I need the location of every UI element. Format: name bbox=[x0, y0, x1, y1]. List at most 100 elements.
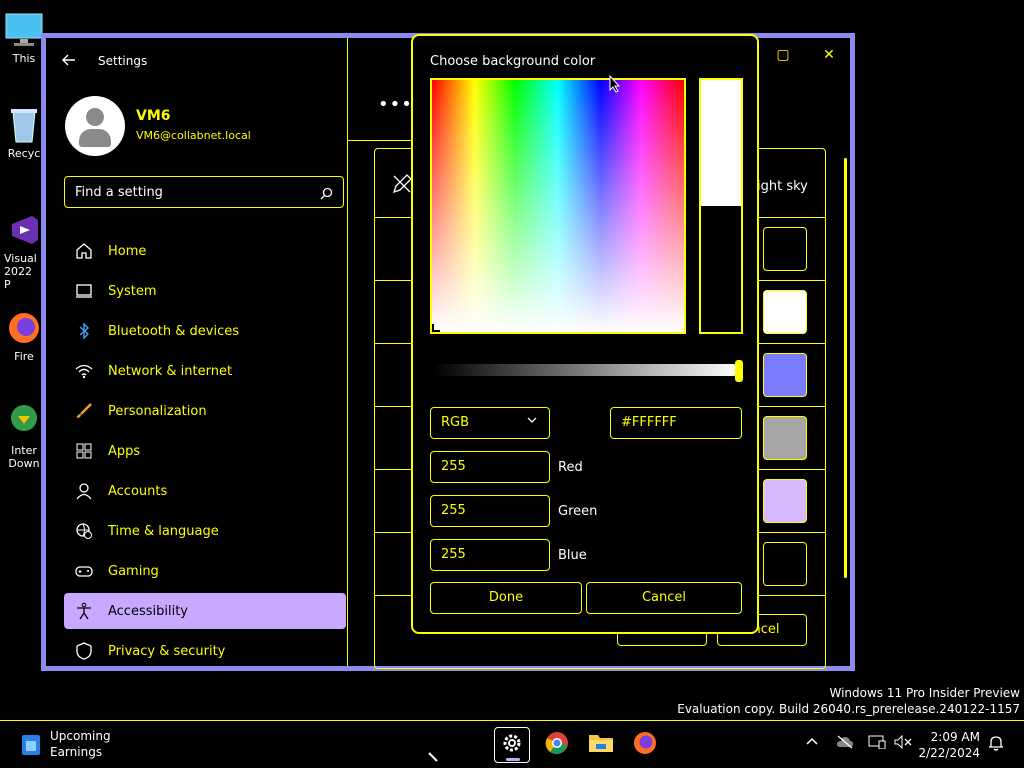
firefox-icon bbox=[633, 731, 657, 759]
shield-icon bbox=[74, 641, 94, 661]
slider-thumb[interactable] bbox=[735, 360, 743, 382]
desktop-icon-download-manager[interactable]: Inter Down bbox=[4, 402, 44, 470]
gamepad-icon bbox=[74, 561, 94, 581]
desktop-icon-label: Fire bbox=[14, 350, 34, 363]
sidebar-item-time-language[interactable]: Time & language bbox=[64, 513, 346, 549]
desktop-icon-label: This bbox=[12, 52, 36, 65]
chrome-icon bbox=[545, 731, 569, 759]
hex-input[interactable]: #FFFFFF bbox=[610, 407, 742, 439]
volume-muted-icon[interactable] bbox=[894, 734, 912, 752]
settings-gear-icon bbox=[501, 732, 523, 758]
maximize-button[interactable]: ▢ bbox=[768, 45, 798, 65]
desktop-icon-this-pc[interactable]: This bbox=[4, 10, 44, 65]
color-picker-dialog: Choose background color RGB #FFFFFF 255 … bbox=[411, 34, 759, 634]
taskbar-app-settings[interactable] bbox=[494, 727, 530, 763]
sidebar-item-label: Personalization bbox=[108, 403, 207, 419]
chevron-up-icon[interactable] bbox=[806, 735, 818, 749]
close-button[interactable]: ✕ bbox=[814, 45, 844, 65]
sidebar-item-system[interactable]: System bbox=[64, 273, 346, 309]
mouse-cursor-icon bbox=[609, 74, 621, 97]
back-arrow-icon[interactable] bbox=[61, 52, 76, 71]
network-icon[interactable] bbox=[868, 735, 886, 752]
sidebar-item-apps[interactable]: Apps bbox=[64, 433, 346, 469]
green-input[interactable]: 255 bbox=[430, 495, 550, 527]
widgets-icon[interactable] bbox=[20, 733, 42, 761]
more-options-button[interactable]: ••• bbox=[378, 94, 413, 115]
widget-subtitle[interactable]: Earnings bbox=[50, 745, 102, 759]
desktop-icon-firefox[interactable]: Fire bbox=[4, 308, 44, 363]
widget-title[interactable]: Upcoming bbox=[50, 729, 111, 743]
cancel-button[interactable]: Cancel bbox=[586, 582, 742, 614]
sidebar-item-privacy[interactable]: Privacy & security bbox=[64, 633, 346, 669]
done-button[interactable]: Done bbox=[430, 582, 582, 614]
taskbar: Upcoming Earnings 2:09 AM 2/22/2024 bbox=[0, 720, 1024, 768]
search-icon bbox=[320, 185, 333, 204]
desktop-icon-visual-studio[interactable]: Visual 2022 P bbox=[4, 210, 42, 291]
download-manager-icon bbox=[4, 402, 44, 442]
spectrum-selector[interactable] bbox=[432, 324, 440, 332]
green-label: Green bbox=[558, 504, 598, 519]
clock-time: 2:09 AM bbox=[930, 730, 980, 744]
taskbar-app-file-explorer[interactable] bbox=[583, 727, 619, 763]
sidebar-item-bluetooth[interactable]: Bluetooth & devices bbox=[64, 313, 346, 349]
brightness-slider[interactable] bbox=[433, 360, 743, 382]
sidebar-item-label: Privacy & security bbox=[108, 643, 226, 659]
visual-studio-icon bbox=[4, 210, 44, 250]
sidebar-item-personalization[interactable]: Personalization bbox=[64, 393, 346, 429]
sidebar-item-label: Accounts bbox=[108, 483, 168, 499]
desktop-icon-recycle-bin[interactable]: Recyc bbox=[4, 105, 44, 160]
cloud-offline-icon[interactable] bbox=[836, 735, 854, 752]
color-spectrum[interactable] bbox=[430, 78, 686, 334]
notification-bell-icon[interactable] bbox=[988, 735, 1004, 754]
color-preview bbox=[699, 78, 743, 334]
pane-divider bbox=[347, 38, 348, 666]
color-swatch[interactable] bbox=[763, 542, 807, 586]
taskbar-app-chrome[interactable] bbox=[539, 727, 575, 763]
file-explorer-icon bbox=[588, 732, 614, 758]
sidebar-item-label: Apps bbox=[108, 443, 141, 459]
red-input[interactable]: 255 bbox=[430, 451, 550, 483]
desktop-icon-label: Inter Down bbox=[8, 444, 40, 470]
app-title: Settings bbox=[98, 54, 148, 68]
search-placeholder: Find a setting bbox=[75, 185, 163, 200]
pointer-glyph bbox=[428, 747, 438, 766]
clock-date: 2/22/2024 bbox=[918, 746, 980, 760]
taskbar-app-firefox[interactable] bbox=[627, 727, 663, 763]
color-mode-value: RGB bbox=[441, 415, 470, 430]
sidebar-item-accessibility[interactable]: Accessibility bbox=[64, 593, 346, 629]
color-swatch[interactable] bbox=[763, 416, 807, 460]
watermark-line-1: Windows 11 Pro Insider Preview bbox=[829, 686, 1020, 700]
sidebar-item-label: Time & language bbox=[108, 523, 219, 539]
sidebar-item-gaming[interactable]: Gaming bbox=[64, 553, 346, 589]
accessibility-icon bbox=[74, 601, 94, 621]
blue-input[interactable]: 255 bbox=[430, 539, 550, 571]
sidebar-nav: Home System Bluetooth & devices Network … bbox=[64, 233, 346, 673]
color-mode-select[interactable]: RGB bbox=[430, 407, 550, 439]
person-icon bbox=[74, 481, 94, 501]
sidebar-item-network[interactable]: Network & internet bbox=[64, 353, 346, 389]
sidebar-item-label: Gaming bbox=[108, 563, 159, 579]
color-swatch[interactable] bbox=[763, 227, 807, 271]
dialog-title: Choose background color bbox=[430, 54, 596, 69]
blue-label: Blue bbox=[558, 548, 587, 563]
color-swatch[interactable] bbox=[763, 353, 807, 397]
chevron-down-icon bbox=[527, 414, 537, 429]
wifi-icon bbox=[74, 361, 94, 381]
laptop-icon bbox=[74, 281, 94, 301]
sidebar-item-accounts[interactable]: Accounts bbox=[64, 473, 346, 509]
system-clock[interactable]: 2:09 AM 2/22/2024 bbox=[918, 729, 980, 761]
color-swatch[interactable] bbox=[763, 290, 807, 334]
sidebar-item-home[interactable]: Home bbox=[64, 233, 346, 269]
sidebar-item-label: Network & internet bbox=[108, 363, 233, 379]
globe-clock-icon bbox=[74, 521, 94, 541]
avatar[interactable] bbox=[65, 96, 125, 156]
scrollbar[interactable] bbox=[844, 158, 847, 578]
sidebar-item-label: Accessibility bbox=[108, 603, 188, 619]
new-color-preview bbox=[701, 80, 741, 206]
color-swatch[interactable] bbox=[763, 479, 807, 523]
search-input[interactable]: Find a setting bbox=[64, 176, 344, 208]
user-name: VM6 bbox=[136, 108, 171, 124]
desktop-icon-label: Visual 2022 P bbox=[4, 252, 37, 291]
desktop-icon-label: Recyc bbox=[7, 147, 41, 160]
pencil-icon[interactable] bbox=[391, 173, 413, 199]
